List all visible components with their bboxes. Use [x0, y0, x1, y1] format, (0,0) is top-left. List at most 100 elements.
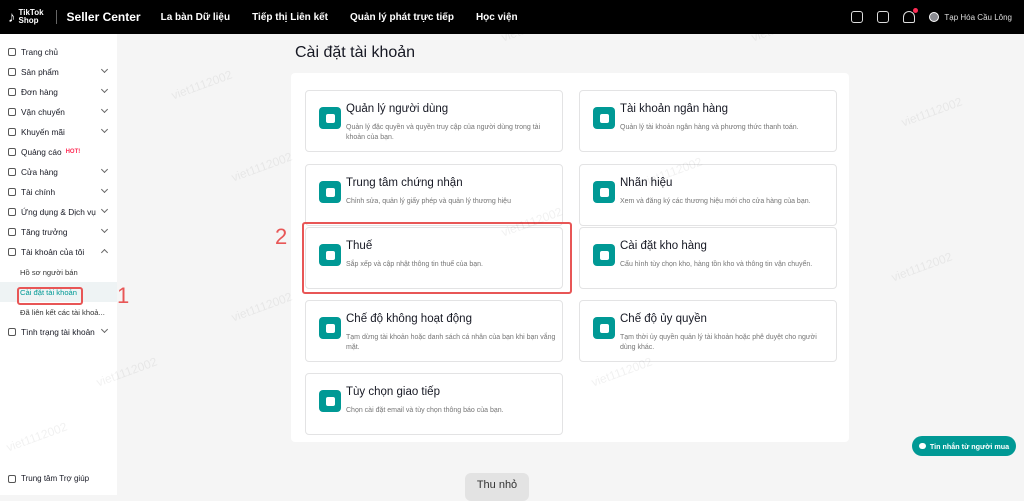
mail-icon: [319, 390, 341, 412]
card-user-management[interactable]: Quản lý người dùng Quản lý đặc quyền và …: [305, 90, 563, 152]
card-description: Tạm thời ủy quyền quản lý tài khoản hoặc…: [620, 334, 817, 351]
sidebar-item-label: Tình trạng tài khoản: [21, 327, 95, 337]
sidebar-item-account-health[interactable]: Tình trạng tài khoản: [0, 322, 117, 342]
card-description: Chọn cài đặt email và tùy chọn thông báo…: [346, 407, 504, 414]
highlight-tax-card: [302, 222, 572, 294]
sidebar-item-label: Khuyến mãi: [21, 127, 65, 137]
nav-academy[interactable]: Học viện: [476, 12, 518, 23]
step-number-2: 2: [275, 224, 288, 249]
watermark-text: viet1112002: [229, 149, 295, 185]
card-title: Cài đặt kho hàng: [620, 240, 707, 252]
card-description: Cấu hình tùy chọn kho, hàng tồn kho và t…: [620, 261, 813, 268]
page-title: Cài đặt tài khoản: [295, 44, 416, 61]
tiktok-shop-logo[interactable]: ♪ TikTok Shop: [8, 9, 44, 26]
sidebar-item-orders[interactable]: Đơn hàng: [0, 82, 117, 102]
sidebar-item-label: Tài chính: [21, 187, 56, 197]
shipping-icon: [8, 108, 16, 116]
top-bar: ♪ TikTok Shop Seller Center La bàn Dữ li…: [0, 0, 1024, 34]
home-icon: [8, 48, 16, 56]
card-title: Quản lý người dùng: [346, 103, 449, 115]
card-title: Chế độ không hoạt động: [346, 313, 472, 325]
bell-icon[interactable]: [903, 8, 919, 23]
watermark-text: viet1112002: [899, 94, 965, 130]
seller-center-title: Seller Center: [66, 10, 141, 24]
delegate-icon: [593, 317, 615, 339]
card-description: Quản lý tài khoản ngân hàng và phương th…: [620, 124, 799, 131]
watermark-text: viet1112002: [229, 289, 295, 325]
user-icon: [319, 107, 341, 129]
sidebar-item-store[interactable]: Cửa hàng: [0, 162, 117, 182]
sidebar-subitem-seller-profile[interactable]: Hồ sơ người bán: [0, 262, 117, 282]
top-right-actions: Tạp Hóa Cầu Lông: [851, 0, 1012, 34]
id-card-icon: [319, 181, 341, 203]
tiktok-logo-icon: ♪: [8, 8, 16, 26]
chevron-down-icon: [100, 185, 109, 194]
card-warehouse-settings[interactable]: Cài đặt kho hàng Cấu hình tùy chọn kho, …: [579, 227, 837, 289]
chevron-down-icon: [100, 85, 109, 94]
step-number-1: 1: [117, 283, 130, 308]
sidebar-item-label: Ứng dụng & Dịch vụ: [21, 207, 96, 217]
chevron-down-icon: [100, 205, 109, 214]
sidebar: Trang chủ Sản phẩm Đơn hàng Vận chuyển K…: [0, 34, 117, 495]
buyer-messages-button[interactable]: Tin nhắn từ người mua: [912, 436, 1016, 456]
sidebar-item-label: Tài khoản của tôi: [21, 247, 85, 257]
sidebar-item-label: Cửa hàng: [21, 167, 58, 177]
nav-live[interactable]: Quản lý phát trực tiếp: [350, 12, 454, 23]
card-title: Nhãn hiệu: [620, 177, 673, 189]
card-description: Quản lý đặc quyền và quyền truy cập của …: [346, 124, 541, 141]
store-icon: [8, 168, 16, 176]
chevron-up-icon: [100, 248, 109, 257]
card-brand[interactable]: Nhãn hiệu Xem và đăng ký các thương hiệu…: [579, 164, 837, 226]
product-icon: [8, 68, 16, 76]
help-center-link[interactable]: Trung tâm Trợ giúp: [8, 474, 89, 483]
sidebar-item-my-account[interactable]: Tài khoản của tôi: [0, 242, 117, 262]
growth-icon: [8, 228, 16, 236]
chat-icon: [918, 443, 926, 449]
user-menu[interactable]: Tạp Hóa Cầu Lông: [929, 12, 1012, 22]
mobile-icon[interactable]: [851, 11, 864, 23]
top-nav: La bàn Dữ liệu Tiếp thị Liên kết Quản lý…: [161, 12, 518, 23]
sidebar-item-finance[interactable]: Tài chính: [0, 182, 117, 202]
sidebar-item-growth[interactable]: Tăng trưởng: [0, 222, 117, 242]
logo-line2: Shop: [18, 16, 39, 25]
chevron-down-icon: [100, 65, 109, 74]
sidebar-item-promotions[interactable]: Khuyến mãi: [0, 122, 117, 142]
chevron-down-icon: [100, 325, 109, 334]
promotion-icon: [8, 128, 16, 136]
card-title: Tài khoản ngân hàng: [620, 103, 729, 115]
sidebar-item-label: Vận chuyển: [21, 107, 65, 117]
history-icon[interactable]: [877, 11, 890, 23]
sidebar-item-apps[interactable]: Ứng dụng & Dịch vụ: [0, 202, 117, 222]
warehouse-icon: [593, 244, 615, 266]
buyer-messages-label: Tin nhắn từ người mua: [929, 441, 1010, 451]
card-title: Trung tâm chứng nhận: [346, 177, 463, 189]
chevron-down-icon: [100, 165, 109, 174]
divider: [55, 10, 57, 24]
hot-badge: HOT!: [65, 149, 81, 155]
card-bank-account[interactable]: Tài khoản ngân hàng Quản lý tài khoản ng…: [579, 90, 837, 152]
collapse-button[interactable]: Thu nhỏ: [465, 473, 529, 501]
nav-affiliate[interactable]: Tiếp thị Liên kết: [252, 12, 328, 23]
sidebar-item-ads[interactable]: Quảng cáo HOT!: [0, 142, 117, 162]
order-icon: [8, 88, 16, 96]
card-communication-preferences[interactable]: Tùy chọn giao tiếp Chọn cài đặt email và…: [305, 373, 563, 435]
card-certification-center[interactable]: Trung tâm chứng nhận Chỉnh sửa, quản lý …: [305, 164, 563, 226]
help-icon: [8, 474, 16, 483]
card-description: Tạm dừng tài khoản hoặc danh sách cá nhâ…: [346, 334, 556, 351]
chevron-down-icon: [100, 225, 109, 234]
help-center-label: Trung tâm Trợ giúp: [21, 474, 90, 483]
card-delegation-mode[interactable]: Chế độ ủy quyền Tạm thời ủy quyền quản l…: [579, 300, 837, 362]
account-icon: [8, 248, 16, 256]
avatar: [929, 12, 940, 22]
bank-card-icon: [593, 107, 615, 129]
sidebar-subitem-linked-accounts[interactable]: Đã liên kết các tài khoả...: [0, 302, 117, 322]
watermark-text: viet1112002: [889, 249, 955, 285]
finance-icon: [8, 188, 16, 196]
sidebar-item-home[interactable]: Trang chủ: [0, 42, 117, 62]
card-title: Tùy chọn giao tiếp: [346, 386, 440, 398]
sidebar-item-products[interactable]: Sản phẩm: [0, 62, 117, 82]
sidebar-item-label: Quảng cáo: [21, 147, 62, 157]
nav-data-compass[interactable]: La bàn Dữ liệu: [161, 12, 230, 23]
sidebar-item-shipping[interactable]: Vận chuyển: [0, 102, 117, 122]
card-inactive-mode[interactable]: Chế độ không hoạt động Tạm dừng tài khoả…: [305, 300, 563, 362]
